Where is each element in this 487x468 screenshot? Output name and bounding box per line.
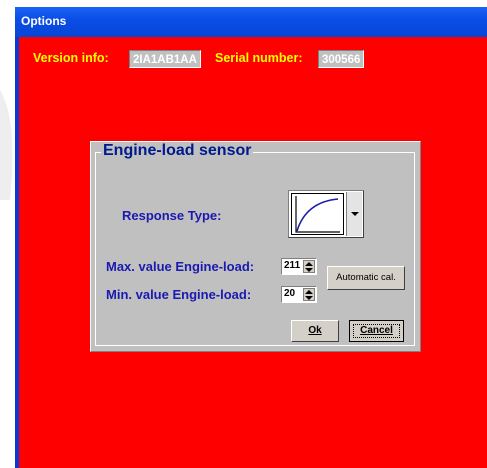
title-bar[interactable]: Options (15, 7, 487, 37)
options-client-area: Version info: 2IA1AB1AA Serial number: 3… (19, 37, 487, 468)
response-type-label: Response Type: (122, 208, 222, 223)
min-value-label: Min. value Engine-load: (106, 287, 252, 302)
response-type-combo[interactable] (288, 190, 364, 238)
max-value-text: 211 (284, 260, 301, 271)
engine-load-groupbox: Engine-load sensor Response Type: Max. v… (95, 142, 415, 346)
dropdown-arrow-icon (350, 211, 359, 216)
version-info-label: Version info: (33, 51, 109, 65)
ok-label: Ok (308, 325, 322, 336)
group-title: Engine-load sensor (101, 142, 254, 160)
ok-button[interactable]: Ok (291, 320, 339, 342)
cancel-label: Cancel (360, 325, 393, 336)
spin-down-icon[interactable] (305, 296, 313, 300)
min-value-spin-buttons[interactable] (303, 288, 315, 301)
spin-down-icon[interactable] (305, 268, 313, 272)
cancel-button[interactable]: Cancel (349, 320, 404, 342)
max-value-spin-buttons[interactable] (303, 260, 315, 273)
min-value-spinbox[interactable]: 20 (281, 286, 317, 303)
max-value-spinbox[interactable]: 211 (281, 258, 317, 275)
window-title: Options (21, 14, 67, 28)
version-info-value: 2IA1AB1AA (129, 50, 201, 68)
engine-load-dialog: Engine-load sensor Response Type: Max. v… (90, 141, 421, 352)
combo-dropdown-button[interactable] (346, 192, 362, 236)
spin-up-icon[interactable] (305, 262, 313, 266)
max-value-label: Max. value Engine-load: (106, 259, 255, 274)
automatic-cal-label: Automatic cal. (336, 272, 396, 283)
serial-number-value: 300566 (318, 50, 365, 68)
min-value-text: 20 (284, 288, 296, 299)
response-curve-icon (291, 193, 344, 235)
serial-number-label: Serial number: (215, 51, 303, 65)
options-window: Options Version info: 2IA1AB1AA Serial n… (15, 7, 487, 468)
spin-up-icon[interactable] (305, 290, 313, 294)
automatic-cal-button[interactable]: Automatic cal. (327, 266, 405, 290)
